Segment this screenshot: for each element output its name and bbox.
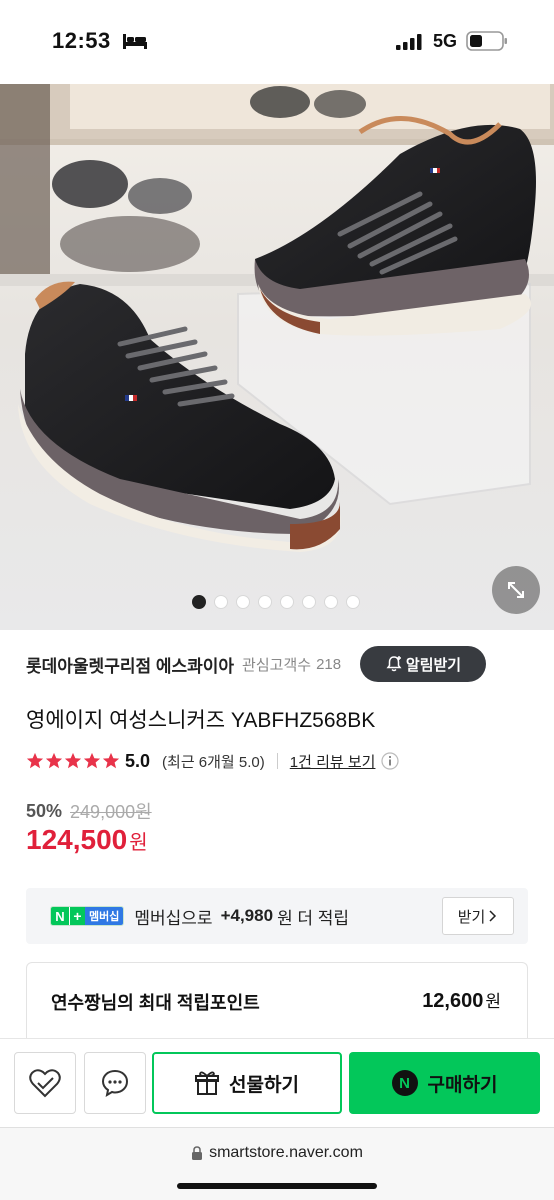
gallery-dot[interactable] (257, 595, 272, 609)
max-points-label: 연수짱님의 최대 적립포인트 (51, 993, 260, 1013)
rating-value: 5.0 (125, 750, 151, 771)
product-photo (0, 84, 554, 630)
price-row: 124,500 원 (26, 824, 148, 856)
star-icon (45, 752, 63, 769)
star-icon (26, 752, 44, 769)
membership-text: 멤버십으로 (134, 908, 213, 928)
bottom-action-bar: 선물하기 N 구매하기 (0, 1038, 554, 1126)
interest-count: 218 (316, 655, 342, 673)
rating-stars (26, 752, 120, 770)
star-icon (102, 752, 120, 769)
receive-label: 받기 (457, 908, 486, 926)
expand-icon (508, 582, 524, 598)
badge-plus: + (69, 907, 85, 925)
chevron-right-icon (489, 910, 497, 922)
rating-recent: (최근 6개월 5.0) (162, 753, 265, 771)
gallery-pagination (0, 595, 554, 609)
star-icon (83, 752, 101, 769)
product-image-gallery[interactable] (0, 84, 554, 630)
sale-price: 124,500 (26, 824, 128, 855)
notify-button[interactable]: 알림받기 (360, 646, 486, 682)
membership-points: +4,980 (220, 906, 274, 925)
npay-membership-badge: N + 멤버십 (50, 906, 125, 926)
gallery-dot[interactable] (235, 595, 250, 609)
notify-label: 알림받기 (405, 656, 462, 674)
gallery-dot[interactable] (301, 595, 316, 609)
divider (276, 753, 278, 769)
wishlist-button[interactable] (14, 1052, 76, 1114)
rating-row: 5.0 (최근 6개월 5.0) 1건 리뷰 보기 (26, 748, 400, 774)
browser-url-bar[interactable]: smartstore.naver.com (0, 1127, 554, 1200)
gallery-dot[interactable] (213, 595, 228, 609)
receive-button[interactable]: 받기 (442, 897, 514, 935)
max-points-unit: 원 (485, 992, 501, 1011)
url-text: smartstore.naver.com (209, 1144, 363, 1161)
gallery-dot[interactable] (279, 595, 294, 609)
discount-rate: 50% (26, 800, 63, 821)
status-bar: 12:53 5G (0, 0, 554, 84)
membership-suffix: 원 더 적립 (277, 908, 350, 928)
price-unit: 원 (129, 832, 148, 854)
cellular-signal-icon (396, 34, 422, 50)
store-name[interactable]: 롯데아울렛구리점 에스콰이아 (26, 652, 234, 677)
sleep-focus-icon (123, 34, 147, 49)
heart-check-icon (29, 1069, 61, 1098)
buy-label: 구매하기 (427, 1074, 498, 1096)
home-indicator (177, 1183, 377, 1189)
gallery-dot[interactable] (345, 595, 360, 609)
product-title: 영에이지 여성스니커즈 YABFHZ568BK (26, 709, 376, 732)
badge-n: N (51, 907, 69, 925)
chat-button[interactable] (84, 1052, 146, 1114)
original-price: 249,000원 (70, 802, 152, 822)
max-points-value: 12,600 (422, 990, 484, 1012)
review-link[interactable]: 1건 리뷰 보기 (290, 751, 376, 772)
star-icon (64, 752, 82, 769)
max-points-value-wrap: 12,600 원 (422, 987, 501, 1013)
npay-icon: N (391, 1070, 418, 1096)
gallery-dot[interactable] (323, 595, 338, 609)
store-row: 롯데아울렛구리점 에스콰이아 관심고객수 218 알림받기 (26, 646, 536, 682)
buy-button[interactable]: N 구매하기 (349, 1052, 540, 1114)
max-points-box: 연수짱님의 최대 적립포인트 12,600 원 (26, 962, 528, 1042)
info-icon[interactable] (381, 752, 400, 770)
gift-icon (195, 1071, 220, 1095)
lock-icon (192, 1146, 203, 1160)
network-type: 5G (433, 31, 458, 51)
badge-text: 멤버십 (85, 907, 124, 925)
battery-icon (466, 31, 507, 51)
gallery-dot[interactable] (191, 595, 206, 609)
chat-bubble-icon (101, 1069, 129, 1098)
bell-plus-icon (386, 656, 402, 672)
status-time: 12:53 (52, 28, 111, 53)
expand-image-button[interactable] (492, 566, 540, 614)
discount-row: 50% 249,000원 (26, 798, 152, 824)
interest-label: 관심고객수 (242, 656, 312, 674)
gift-button[interactable]: 선물하기 (152, 1052, 342, 1114)
url-row: smartstore.naver.com (0, 1144, 554, 1162)
membership-banner: N + 멤버십 멤버십으로 +4,980 원 더 적립 받기 (26, 888, 528, 944)
gift-label: 선물하기 (229, 1074, 299, 1096)
